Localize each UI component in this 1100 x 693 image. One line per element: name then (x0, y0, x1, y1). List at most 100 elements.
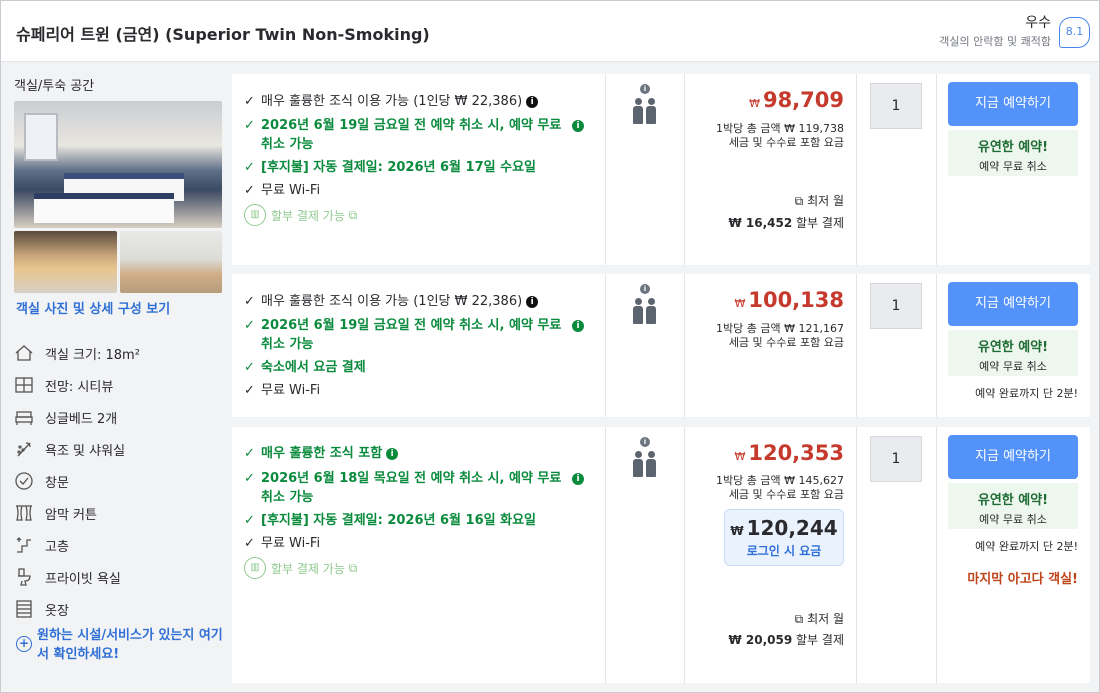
room-photo-main[interactable] (14, 101, 222, 228)
monthly-label-text: 최저 월 (807, 194, 844, 208)
benefit-text: 숙소에서 요금 결제 (261, 360, 366, 375)
info-icon[interactable]: i (572, 473, 584, 485)
total-price-line: 1박당 총 금액 ₩ 119,738 (716, 122, 844, 135)
info-icon[interactable]: i (640, 284, 650, 294)
total-price-line: 1박당 총 금액 ₩ 121,167 (716, 322, 844, 335)
price-value: 98,709 (762, 88, 844, 112)
external-link-icon: ⧉ (794, 612, 808, 626)
info-icon[interactable]: i (386, 448, 399, 460)
benefit-item: ✓ 2026년 6월 18일 목요일 전 예약 취소 시, 예약 무료 취소 가능… (244, 469, 584, 507)
info-icon[interactable]: i (572, 320, 584, 332)
book-now-button[interactable]: 지금 예약하기 (948, 82, 1078, 126)
login-price-box[interactable]: ₩120,244 로그인 시 요금 (724, 509, 844, 566)
rate-row: ✓ 매우 훌륭한 조식 이용 가능 (1인당 ₩ 22,386) i ✓ 2026년 … (232, 74, 1090, 265)
monthly-suffix: 할부 결제 (796, 633, 844, 647)
benefit-text: [후지불] 자동 결제일: 2026년 6월 16일 화요일 (261, 513, 536, 528)
room-card: 슈페리어 트윈 (금연) (Superior Twin Non-Smoking)… (0, 0, 1100, 693)
info-icon[interactable]: i (572, 120, 584, 132)
installment-chart-icon: ▥ (244, 204, 266, 226)
currency-symbol: ₩ (730, 524, 744, 538)
benefits-column: ✓ 매우 훌륭한 조식 이용 가능 (1인당 ₩ 22,386) i ✓ 2026년 … (232, 274, 606, 417)
info-icon[interactable]: i (640, 437, 650, 447)
feature-label: 전망: 시티뷰 (45, 379, 114, 395)
external-link-icon: ⧉ (348, 207, 358, 222)
room-photos-link[interactable]: 객실 사진 및 상세 구성 보기 (16, 298, 170, 317)
checkmark-icon: ✓ (244, 360, 255, 375)
benefits-column: ✓ 매우 훌륭한 조식 이용 가능 (1인당 ₩ 22,386) i ✓ 2026년 … (232, 74, 606, 265)
benefit-text: 무료 Wi-Fi (261, 383, 321, 398)
feature-wardrobe: 옷장 (14, 598, 69, 620)
benefit-item: ✓ [후지불] 자동 결제일: 2026년 6월 16일 화요일 (244, 511, 584, 530)
external-link-icon: ⧉ (348, 560, 358, 575)
monthly-amount-value: ₩ 20,059 (728, 633, 793, 647)
login-price: ₩120,244 (725, 516, 843, 540)
checkmark-icon: ✓ (244, 383, 255, 398)
book-now-button[interactable]: 지금 예약하기 (948, 435, 1078, 479)
info-icon[interactable]: i (526, 96, 539, 108)
book-now-button[interactable]: 지금 예약하기 (948, 282, 1078, 326)
installment-badge[interactable]: ▥ 할부 결제 가능 ⧉ (244, 557, 357, 579)
action-column: 지금 예약하기 유연한 예약! 예약 무료 취소 예약 완료까지 단 2분! 마… (937, 427, 1090, 683)
quantity-column: 1 (857, 427, 937, 683)
checkmark-icon: ✓ (244, 183, 255, 198)
price-column: ₩98,709 1박당 총 금액 ₩ 119,738 세금 및 수수료 포함 요… (685, 74, 857, 265)
benefit-item: ✓ 무료 Wi-Fi (244, 381, 584, 400)
action-column: 지금 예약하기 유연한 예약! 예약 무료 취소 예약 완료까지 단 2분! (937, 274, 1090, 417)
checkmark-icon: ✓ (244, 94, 255, 109)
elevator-icon (16, 537, 31, 553)
total-price-line: 1박당 총 금액 ₩ 145,627 (716, 474, 844, 487)
rate-row: ✓ 매우 훌륭한 조식 포함 i ✓ 2026년 6월 18일 목요일 전 예약 취소… (232, 427, 1090, 683)
checkmark-icon: ✓ (244, 513, 255, 528)
flexible-title: 유연한 예약! (977, 340, 1049, 355)
tax-note: 세금 및 수수료 포함 요금 (728, 488, 844, 501)
room-photo-thumb[interactable] (14, 231, 117, 293)
wardrobe-icon (16, 600, 32, 618)
feature-curtains: 암막 커튼 (14, 502, 97, 524)
monthly-amount: ₩ 20,059 할부 결제 (728, 631, 844, 648)
installment-text: 할부 결제 가능 (271, 208, 345, 223)
benefit-text: 매우 훌륭한 조식 포함 (261, 446, 383, 461)
flexible-subtitle: 예약 무료 취소 (979, 360, 1047, 373)
login-price-label: 로그인 시 요금 (746, 544, 822, 558)
quick-booking-note: 예약 완료까지 단 2분! (975, 387, 1078, 400)
currency-symbol: ₩ (734, 297, 746, 310)
installment-badge[interactable]: ▥ 할부 결제 가능 ⧉ (244, 204, 357, 226)
info-icon[interactable]: i (640, 84, 650, 94)
info-icon[interactable]: i (526, 296, 539, 308)
benefit-text: [후지불] 자동 결제일: 2026년 6월 17일 수요일 (261, 160, 536, 175)
checkmark-circle-icon (15, 472, 33, 490)
facilities-check-label: 원하는 시설/서비스가 있는지 여기서 확인하세요! (37, 628, 223, 662)
plus-circle-icon: + (16, 636, 32, 652)
benefit-item: ✓ 매우 훌륭한 조식 포함 i (244, 444, 584, 463)
room-quantity-select[interactable]: 1 (870, 283, 922, 329)
room-title: 슈페리어 트윈 (금연) (Superior Twin Non-Smoking) (16, 25, 430, 44)
benefit-item: ✓ 무료 Wi-Fi (244, 181, 584, 200)
benefit-item: ✓ 매우 훌륭한 조식 이용 가능 (1인당 ₩ 22,386) i (244, 92, 584, 111)
price: ₩98,709 (749, 88, 844, 112)
feature-label: 고층 (45, 539, 69, 555)
benefit-item: ✓ 숙소에서 요금 결제 (244, 358, 584, 377)
feature-room-size: 객실 크기: 18m² (14, 342, 140, 364)
rating-word: 우수 (1025, 15, 1051, 31)
room-quantity-select[interactable]: 1 (870, 436, 922, 482)
last-room-alert: 마지막 아고다 객실! (967, 572, 1078, 587)
benefit-text: 매우 훌륭한 조식 이용 가능 (1인당 ₩ 22,386) (261, 94, 523, 109)
price-column: ₩120,353 1박당 총 금액 ₩ 145,627 세금 및 수수료 포함 … (685, 427, 857, 683)
facilities-check-link[interactable]: + 원하는 시설/서비스가 있는지 여기서 확인하세요! (16, 626, 226, 664)
bed-icon (15, 411, 33, 425)
rate-row: ✓ 매우 훌륭한 조식 이용 가능 (1인당 ₩ 22,386) i ✓ 2026년 … (232, 274, 1090, 417)
checkmark-icon: ✓ (244, 294, 255, 309)
flexible-booking-badge: 유연한 예약! 예약 무료 취소 (948, 483, 1078, 529)
benefits-column: ✓ 매우 훌륭한 조식 포함 i ✓ 2026년 6월 18일 목요일 전 예약 취소… (232, 427, 606, 683)
checkmark-icon: ✓ (244, 160, 255, 175)
room-photo-thumb[interactable] (120, 231, 222, 293)
price-value: 120,353 (748, 441, 844, 465)
window-view-icon (15, 377, 33, 393)
price: ₩100,138 (734, 288, 844, 312)
feature-label: 욕조 및 샤워실 (45, 443, 126, 459)
room-quantity-select[interactable]: 1 (870, 83, 922, 129)
checkmark-icon: ✓ (244, 318, 255, 333)
tax-note: 세금 및 수수료 포함 요금 (728, 136, 844, 149)
price: ₩120,353 (734, 441, 844, 465)
flexible-subtitle: 예약 무료 취소 (979, 513, 1047, 526)
